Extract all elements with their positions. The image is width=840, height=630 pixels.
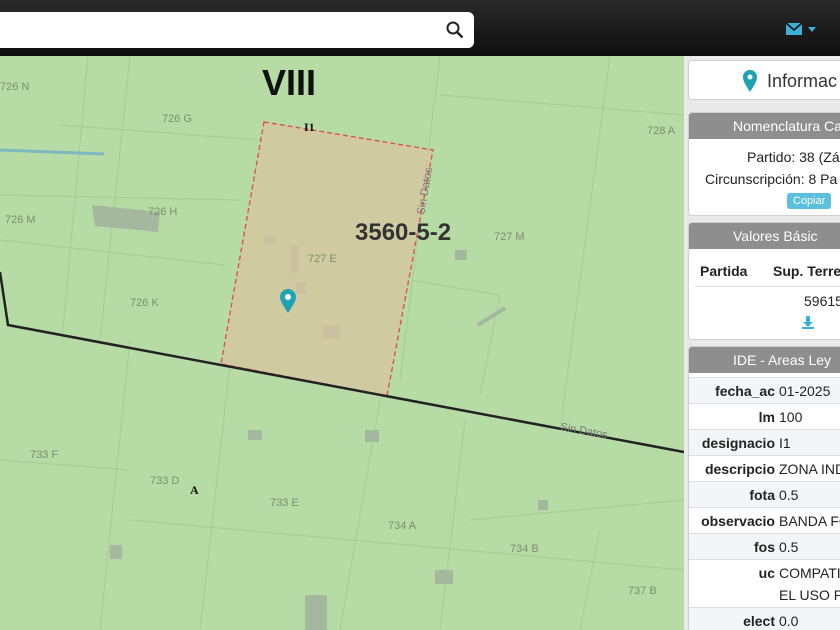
search-icon[interactable] (446, 21, 464, 39)
parcel-label: 3560-5-2 (355, 219, 451, 246)
valores-card: Valores Básic Partida Sup. Terre 59615 (688, 222, 840, 340)
road-label: Sin Datos (559, 421, 609, 441)
row-value-line2: EL USO P (779, 587, 840, 603)
table-row: uc COMPATI EL USO P (689, 559, 840, 608)
parcel-code: 733 E (270, 497, 299, 509)
parcel-code: 733 F (30, 449, 58, 461)
parcel-code: 727 E (308, 253, 337, 265)
row-key: elect (743, 613, 775, 629)
table-row: elect 0.0 (689, 607, 840, 630)
row-value: I1 (779, 435, 791, 451)
top-bar (0, 0, 840, 56)
ide-header: IDE - Areas Ley (689, 347, 840, 373)
row-key: fecha_ac (715, 383, 775, 399)
nomenclatura-card: Nomenclatura Ca Partido: 38 (Zá Circunsc… (688, 112, 840, 216)
panel-title: Informac (767, 71, 838, 91)
table-row: designacio I1 (689, 429, 840, 456)
map-pin-icon (743, 70, 757, 92)
copy-button[interactable]: Copiar (787, 193, 832, 209)
search-input[interactable] (0, 12, 474, 48)
ide-card: IDE - Areas Ley fecha_ac 01-2025 lm 100 … (688, 346, 840, 630)
sup-terreno-column-header: Sup. Terre (773, 263, 840, 279)
parcel-code: 734 A (388, 520, 417, 532)
table-row: lm 100 (689, 403, 840, 430)
download-icon[interactable] (801, 315, 815, 329)
row-value: ZONA IND (779, 461, 840, 477)
zone-label-a: A (190, 483, 199, 497)
parcel-code: 733 D (150, 475, 179, 487)
water-channel (0, 148, 105, 156)
row-key: fota (749, 487, 775, 503)
valores-header: Valores Básic (689, 223, 840, 249)
info-title-card: Informac (688, 60, 840, 100)
row-key: uc (758, 565, 775, 581)
row-key: fos (754, 539, 775, 555)
table-row: fota 0.5 (689, 481, 840, 508)
row-value: 0.5 (779, 539, 799, 555)
row-value: 100 (779, 409, 803, 425)
partido-text: Partido: 38 (Zá (747, 149, 840, 165)
zone-label: I1 (304, 120, 315, 134)
row-value: 01-2025 (779, 383, 831, 399)
row-key: descripcio (704, 461, 775, 477)
row-key: designacio (701, 435, 775, 451)
map-view[interactable]: VIII 3560-5-2 I1 A Sin Datos Sin Datos 7… (0, 56, 684, 630)
parcel-code: 737 B (628, 585, 657, 597)
row-key: observacio (701, 513, 775, 529)
mail-menu-icon[interactable] (786, 20, 820, 38)
circunscripcion-text: Circunscripción: 8 Pa (705, 171, 838, 187)
row-value: BANDA FO (779, 513, 840, 529)
parcel-code: 726 G (162, 113, 192, 125)
table-divider (695, 286, 840, 287)
row-value: 0.0 (779, 613, 799, 629)
parcel-code: 726 N (0, 81, 29, 93)
table-row: fecha_ac 01-2025 (689, 377, 840, 404)
partida-column-header: Partida (700, 263, 748, 279)
parcel-code: 727 M (494, 231, 525, 243)
sup-terreno-value: 59615 (804, 293, 840, 309)
nomenclatura-header: Nomenclatura Ca (689, 113, 840, 139)
row-key: lm (758, 409, 775, 425)
parcel-code: 734 B (510, 543, 539, 555)
parcel-code: 726 H (148, 206, 177, 218)
parcel-code: 728 A (647, 125, 676, 137)
table-row: descripcio ZONA IND (689, 455, 840, 482)
info-panel: Informac Nomenclatura Ca Partido: 38 (Zá… (684, 56, 840, 630)
parcel-code: 726 K (130, 297, 159, 309)
parcel-code: 726 M (5, 214, 36, 226)
sector-label: VIII (262, 62, 316, 103)
table-row: fos 0.5 (689, 533, 840, 560)
row-value: 0.5 (779, 487, 799, 503)
table-row: observacio BANDA FO (689, 507, 840, 534)
